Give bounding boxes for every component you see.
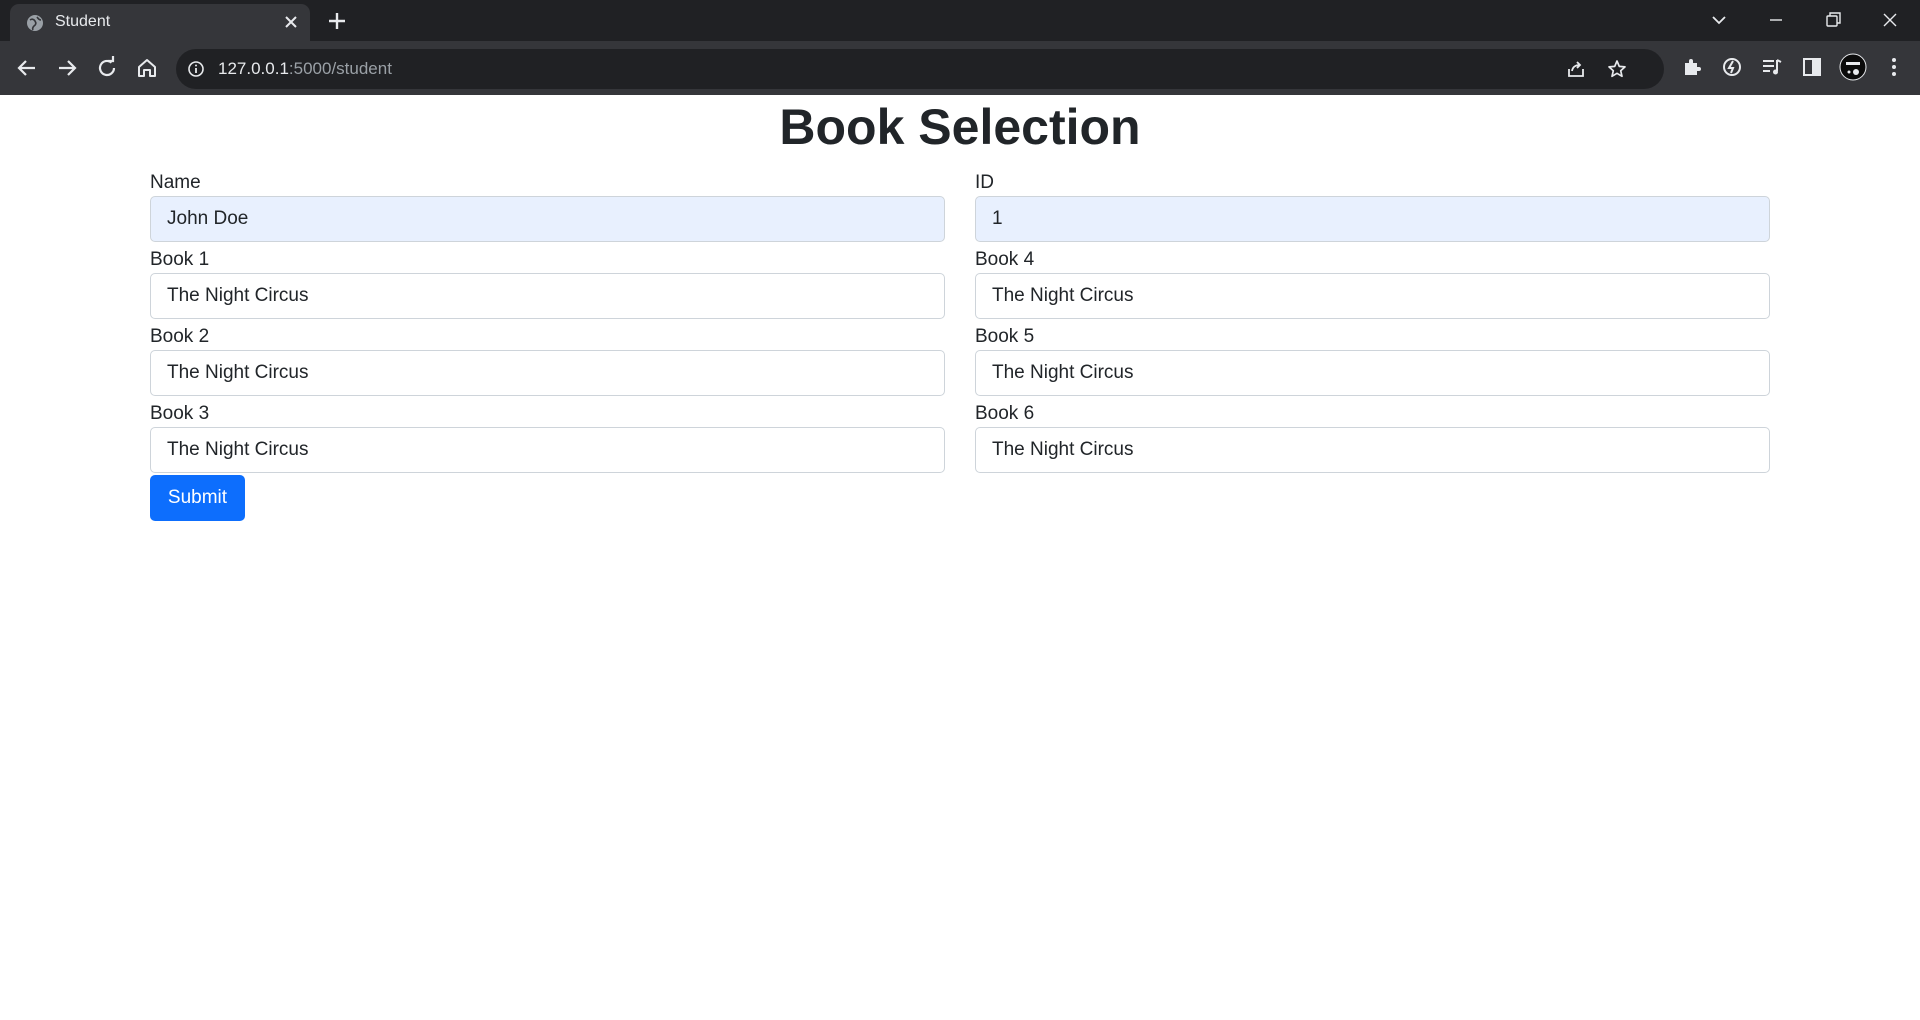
id-label: ID [975,172,994,193]
plus-icon[interactable] [325,9,349,33]
reload-icon[interactable] [92,53,122,83]
book2-input[interactable] [150,350,945,396]
address-bar[interactable]: 127.0.0.1:5000/student [176,49,1664,89]
book6-label: Book 6 [975,403,1035,424]
url-path: :5000/student [288,59,392,78]
book6-input[interactable] [975,427,1770,473]
minimize-icon[interactable] [1762,6,1790,34]
home-icon[interactable] [132,53,162,83]
page-title: Book Selection [779,99,1141,155]
info-icon[interactable] [187,60,205,78]
menu-icon[interactable] [1881,54,1907,80]
book3-label: Book 3 [150,403,210,424]
tab-search-icon[interactable] [1705,6,1733,34]
book5-label: Book 5 [975,326,1035,347]
extension-icon[interactable] [1719,54,1745,80]
book2-label: Book 2 [150,326,210,347]
book3-input[interactable] [150,427,945,473]
book5-input[interactable] [975,350,1770,396]
tab-strip: Student [0,0,1920,41]
reading-list-icon[interactable] [1759,54,1785,80]
browser-tab[interactable]: Student [10,4,310,41]
id-input[interactable] [975,196,1770,242]
globe-icon [27,15,43,31]
page-content: Book Selection Name Book 1 Book 2 Book 3… [0,95,1920,1020]
forward-icon[interactable] [52,53,82,83]
book4-label: Book 4 [975,249,1035,270]
tab-title: Student [55,13,111,30]
side-panel-icon[interactable] [1799,54,1825,80]
submit-button[interactable]: Submit [150,475,245,521]
book1-label: Book 1 [150,249,210,270]
star-icon[interactable] [1606,58,1628,80]
close-icon[interactable] [282,13,300,31]
back-icon[interactable] [12,53,42,83]
url-host: 127.0.0.1 [218,59,289,78]
restore-icon[interactable] [1819,6,1847,34]
book1-input[interactable] [150,273,945,319]
window-close-icon[interactable] [1876,6,1904,34]
share-icon[interactable] [1565,58,1587,80]
book4-input[interactable] [975,273,1770,319]
name-label: Name [150,172,201,193]
profile-avatar[interactable] [1839,53,1867,81]
extensions-icon[interactable] [1679,54,1705,80]
browser-toolbar: 127.0.0.1:5000/student [0,41,1920,95]
name-input[interactable] [150,196,945,242]
url-text[interactable]: 127.0.0.1:5000/student [218,59,392,79]
